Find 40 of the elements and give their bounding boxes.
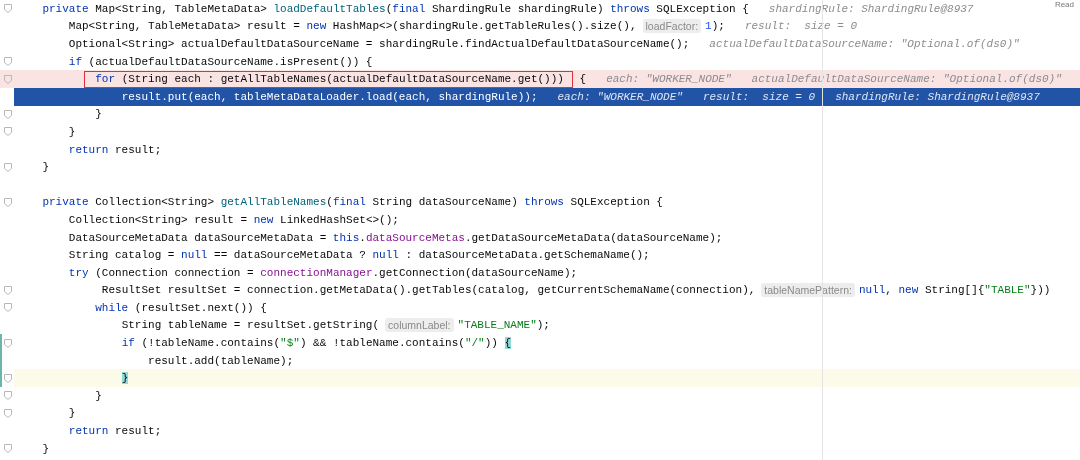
code-text: if (actualDefaultDataSourceName.isPresent()) {: [68, 55, 373, 68]
code-text: "TABLE_NAME");: [457, 319, 550, 332]
code-text: null, new String[]{"TABLE"})): [858, 284, 1051, 297]
code-text: private Map<String, TableMetaData> loadDefaultTables(final ShardingRule shardingRule) throws SQLException {: [42, 2, 749, 15]
parameter-hint: tableNamePattern:: [761, 283, 855, 298]
code-text: result.put(each, tableMetaDataLoader.load(each, shardingRule));: [121, 90, 538, 103]
code-text: }: [95, 389, 102, 402]
debug-value: shardingRule: ShardingRule@8937: [768, 2, 974, 15]
code-text: return result;: [68, 425, 162, 438]
code-text: }: [95, 108, 102, 121]
debug-value: each: "WORKER_NODE": [557, 90, 683, 103]
debug-value: each: "WORKER_NODE": [606, 73, 732, 86]
code-text: String tableName = resultSet.getString(: [121, 319, 380, 332]
debug-value: actualDefaultDataSourceName: "Optional.of(ds0)": [709, 38, 1020, 50]
code-text: Optional<String> actualDefaultDataSourceName = shardingRule.findActualDefaultDataSourceName();: [68, 38, 690, 50]
code-text: {: [579, 73, 587, 86]
parameter-hint: loadFactor:: [642, 19, 702, 34]
code-text: }: [121, 372, 129, 385]
code-text: String catalog = null == dataSourceMetaData ? null : dataSourceMetaData.getSchemaName();: [68, 249, 650, 262]
code-text: while (resultSet.next()) {: [95, 301, 267, 314]
code-text: for (String each : getAllTableNames(actualDefaultDataSourceName.get())): [95, 72, 564, 85]
code-text: }: [68, 125, 76, 138]
code-text: try (Connection connection = connectionManager.getConnection(dataSourceName);: [68, 266, 578, 279]
code-text: result.add(tableName);: [148, 354, 294, 367]
code-text: }: [68, 407, 76, 420]
code-text: 1);: [705, 20, 725, 33]
code-text: if (!tableName.contains("$") && !tableName.contains("/")) {: [121, 337, 512, 350]
code-text: }: [42, 442, 49, 455]
code-text: Map<String, TableMetaData> result = new HashMap<>(shardingRule.getTableRules().size(),: [68, 20, 637, 33]
code-text: ResultSet resultSet = connection.getMetaData().getTables(catalog, getCurrentSchemaName(connection),: [101, 284, 756, 297]
code-text: private Collection<String> getAllTableNames(final String dataSourceName) throws SQLException {: [42, 196, 663, 209]
code-text: DataSourceMetaData dataSourceMetaData = this.dataSourceMetas.getDataSourceMetaData(dataSourceName);: [68, 231, 723, 244]
code-text: Collection<String> result = new LinkedHashSet<>();: [68, 213, 399, 226]
corner-label: Read: [1054, 0, 1074, 9]
code-text: }: [42, 161, 49, 174]
debug-value: result: size = 0: [702, 90, 816, 103]
parameter-hint: columnLabel:: [385, 318, 454, 333]
debug-value: shardingRule: ShardingRule@8937: [835, 90, 1040, 103]
code-text: return result;: [68, 143, 162, 156]
debug-value: actualDefaultDataSourceName: "Optional.of(ds0)": [751, 73, 1062, 86]
